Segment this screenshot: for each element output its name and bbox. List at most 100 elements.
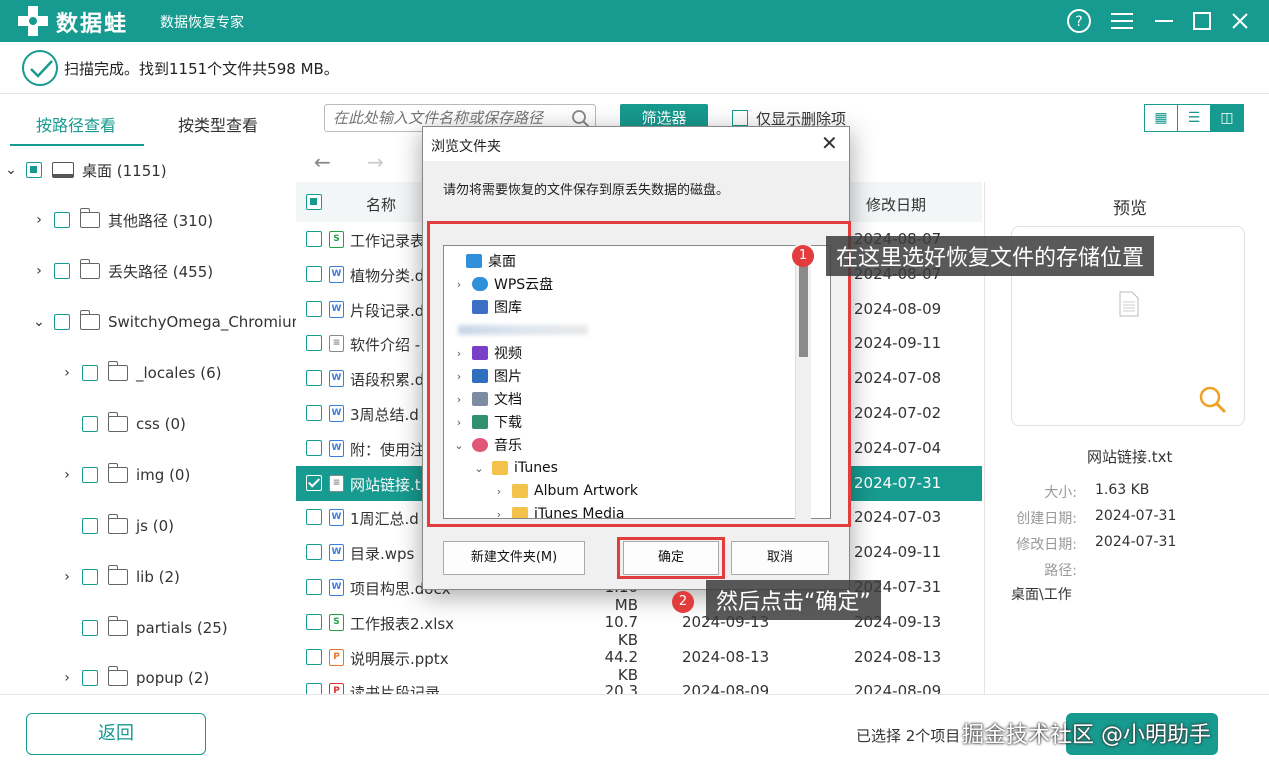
list-view-icon[interactable]: ☰: [1178, 105, 1211, 131]
tree-item-checkbox[interactable]: [82, 416, 98, 432]
tree-item-checkbox[interactable]: [26, 162, 42, 178]
row-checkbox[interactable]: [306, 474, 322, 491]
maximize-icon[interactable]: [1188, 7, 1216, 35]
chevron-down-icon[interactable]: ⌄: [452, 439, 466, 452]
dialog-close-icon[interactable]: ✕: [821, 131, 838, 155]
dialog-tree-item[interactable]: 图库: [452, 296, 522, 318]
help-icon[interactable]: ?: [1065, 7, 1093, 35]
app-name: 数据蛙: [56, 12, 129, 37]
chevron-down-icon[interactable]: ⌄: [472, 462, 486, 475]
dialog-tree-item[interactable]: › iTunes Media: [492, 503, 624, 519]
tree-item[interactable]: js (0): [60, 514, 174, 538]
row-checkbox[interactable]: [306, 544, 322, 561]
chevron-right-icon[interactable]: ›: [60, 569, 74, 585]
tree-item[interactable]: › img (0): [60, 463, 190, 487]
row-checkbox[interactable]: [306, 439, 322, 456]
chevron-right-icon[interactable]: ›: [452, 370, 466, 383]
dialog-tree-item[interactable]: › 文档: [452, 388, 522, 410]
tree-item[interactable]: css (0): [60, 412, 186, 436]
tree-item[interactable]: partials (25): [60, 616, 228, 640]
tree-scrollbar[interactable]: [795, 245, 811, 519]
tree-item-checkbox[interactable]: [82, 365, 98, 381]
chevron-right-icon[interactable]: ›: [60, 365, 74, 381]
row-checkbox[interactable]: [306, 509, 322, 526]
tree-item-checkbox[interactable]: [54, 263, 70, 279]
back-arrow-icon[interactable]: ←: [314, 150, 331, 174]
dialog-tree-item[interactable]: 桌面: [446, 250, 516, 272]
tree-item[interactable]: ⌄ SwitchyOmega_Chromium: [32, 310, 296, 334]
picture-icon: [472, 369, 488, 383]
row-checkbox[interactable]: [306, 648, 322, 665]
dialog-tree-label: 下载: [494, 415, 522, 431]
chevron-right-icon[interactable]: ›: [32, 212, 46, 228]
grid-view-icon[interactable]: ▦: [1145, 105, 1178, 131]
tree-item-checkbox[interactable]: [54, 314, 70, 330]
chevron-down-icon[interactable]: ⌄: [4, 162, 18, 178]
new-folder-button[interactable]: 新建文件夹(M): [443, 541, 585, 575]
dialog-tree-item[interactable]: › 下载: [452, 411, 522, 433]
row-checkbox[interactable]: [306, 613, 322, 630]
tree-item[interactable]: ⌄ 桌面 (1151): [4, 158, 167, 182]
back-button[interactable]: 返回: [26, 713, 206, 755]
folder-icon: [108, 616, 128, 636]
row-checkbox[interactable]: [306, 405, 322, 421]
scrollbar-thumb[interactable]: [799, 265, 808, 357]
dialog-tree-item[interactable]: › WPS云盘: [452, 273, 553, 295]
detail-view-icon[interactable]: ◫: [1211, 105, 1243, 131]
dialog-tree-item[interactable]: ⌄ iTunes: [472, 457, 558, 479]
dialog-tree-item[interactable]: › 图片: [452, 365, 522, 387]
tree-item[interactable]: › lib (2): [60, 565, 180, 589]
column-name[interactable]: 名称: [366, 194, 396, 215]
tree-item-checkbox[interactable]: [82, 569, 98, 585]
tree-item[interactable]: › _locales (6): [60, 361, 222, 385]
dialog-tree-item[interactable]: › Album Artwork: [492, 480, 638, 502]
row-checkbox[interactable]: [306, 265, 322, 282]
nav-arrows: ← →: [314, 150, 384, 174]
dialog-tree-item[interactable]: › 视频: [452, 342, 522, 364]
forward-arrow-icon[interactable]: →: [367, 150, 384, 174]
table-row[interactable]: P 说明展示.pptx 44.2 KB 2024-08-13 2024-08-13: [296, 640, 982, 684]
tree-item-checkbox[interactable]: [54, 212, 70, 228]
row-checkbox[interactable]: [306, 335, 322, 352]
dialog-tree-label: WPS云盘: [494, 277, 554, 293]
chevron-right-icon[interactable]: ›: [452, 278, 466, 291]
dialog-header: 浏览文件夹 ✕: [423, 127, 849, 161]
chevron-right-icon[interactable]: ›: [60, 467, 74, 483]
zoom-icon[interactable]: [1198, 385, 1228, 415]
cancel-button[interactable]: 取消: [731, 541, 829, 575]
row-checkbox[interactable]: [306, 231, 322, 247]
dialog-tree-item[interactable]: ⌄ 音乐: [452, 434, 522, 456]
tree-item-checkbox[interactable]: [82, 518, 98, 534]
folder-icon: [80, 208, 100, 228]
chevron-right-icon[interactable]: ›: [32, 263, 46, 279]
select-all-checkbox[interactable]: [306, 194, 322, 210]
tree-item-checkbox[interactable]: [82, 620, 98, 636]
meta-size-label: 大小:: [1044, 485, 1077, 501]
tree-item[interactable]: › popup (2): [60, 666, 209, 690]
search-input[interactable]: [333, 108, 563, 128]
close-icon[interactable]: [1226, 7, 1254, 35]
deleted-only-checkbox[interactable]: [732, 110, 748, 126]
chevron-right-icon[interactable]: ›: [452, 393, 466, 406]
row-checkbox[interactable]: [306, 579, 322, 595]
tree-item[interactable]: › 丢失路径 (455): [32, 259, 213, 283]
column-modified[interactable]: 修改日期: [866, 194, 926, 215]
blurred-item: [458, 325, 588, 335]
chevron-right-icon[interactable]: ›: [60, 670, 74, 686]
chevron-right-icon[interactable]: ›: [492, 508, 506, 519]
minimize-icon[interactable]: [1150, 7, 1178, 35]
tab-by-path[interactable]: 按路径查看: [36, 112, 116, 136]
menu-icon[interactable]: [1108, 7, 1136, 35]
chevron-down-icon[interactable]: ⌄: [32, 314, 46, 330]
tree-item[interactable]: › 其他路径 (310): [32, 208, 213, 232]
status-bar: 扫描完成。找到1151个文件共598 MB。: [0, 42, 1269, 94]
row-checkbox[interactable]: [306, 370, 322, 387]
app-subtitle: 数据恢复专家: [160, 15, 244, 31]
row-checkbox[interactable]: [306, 300, 322, 317]
tab-by-type[interactable]: 按类型查看: [178, 112, 258, 136]
chevron-right-icon[interactable]: ›: [452, 347, 466, 360]
chevron-right-icon[interactable]: ›: [452, 416, 466, 429]
chevron-right-icon[interactable]: ›: [492, 485, 506, 498]
tree-item-checkbox[interactable]: [82, 467, 98, 483]
tree-item-checkbox[interactable]: [82, 670, 98, 686]
